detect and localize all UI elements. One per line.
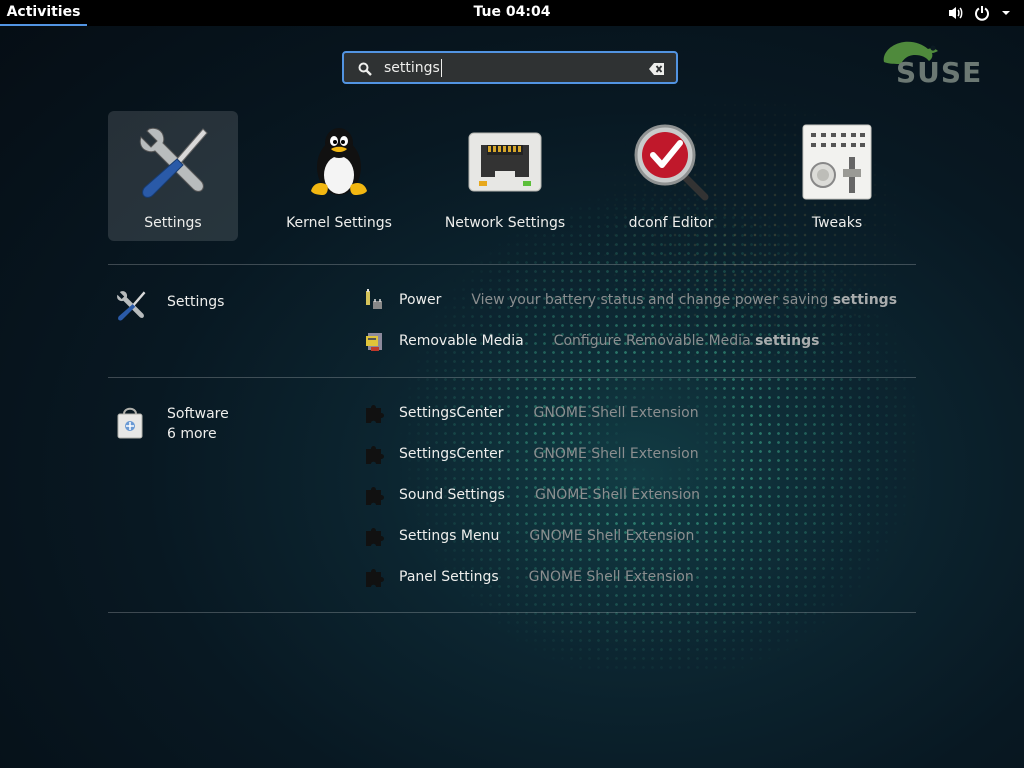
app-label: Tweaks [811, 215, 863, 231]
result-row[interactable]: Removable Media Configure Removable Medi… [362, 326, 819, 356]
app-label: Settings [144, 215, 202, 231]
provider-name: Software [167, 406, 229, 422]
app-network-settings[interactable]: Network Settings [440, 111, 570, 241]
result-title: SettingsCenter [399, 405, 504, 421]
removable-media-icon [362, 329, 386, 353]
dconf-editor-icon [631, 121, 711, 201]
result-title: Removable Media [399, 333, 524, 349]
puzzle-icon [362, 524, 386, 548]
search-input[interactable]: settings [384, 59, 442, 77]
system-tray[interactable] [948, 4, 1012, 22]
result-description: GNOME Shell Extension [533, 446, 699, 462]
app-dconf-editor[interactable]: dconf Editor [606, 111, 736, 241]
result-description: Configure Removable Media settings [553, 333, 820, 349]
result-row[interactable]: SettingsCenter GNOME Shell Extension [362, 398, 699, 428]
clock[interactable]: Tue 04:04 [452, 0, 572, 25]
puzzle-icon [362, 401, 386, 425]
result-description: View your battery status and change powe… [471, 292, 898, 308]
separator [108, 612, 916, 613]
tux-penguin-icon [299, 121, 379, 201]
network-port-icon [465, 121, 545, 201]
provider-name: Settings [167, 294, 225, 310]
chevron-down-icon[interactable] [1000, 7, 1012, 19]
provider-more-count[interactable]: 6 more [167, 426, 217, 442]
settings-tools-icon [133, 121, 213, 201]
result-description: GNOME Shell Extension [533, 405, 699, 421]
tweaks-icon [797, 121, 877, 201]
app-settings[interactable]: Settings [108, 111, 238, 241]
app-label: dconf Editor [628, 215, 714, 231]
result-row[interactable]: Panel Settings GNOME Shell Extension [362, 562, 694, 592]
power-icon [362, 288, 386, 312]
search-entry[interactable]: settings [342, 51, 678, 84]
app-label: Network Settings [444, 215, 566, 231]
volume-icon[interactable] [948, 5, 964, 21]
result-row[interactable]: Settings Menu GNOME Shell Extension [362, 521, 694, 551]
top-bar: Activities Tue 04:04 [0, 0, 1024, 26]
separator [108, 377, 916, 378]
result-description: GNOME Shell Extension [528, 569, 694, 585]
puzzle-icon [362, 442, 386, 466]
suse-logo: SUSE [876, 36, 986, 90]
result-row[interactable]: SettingsCenter GNOME Shell Extension [362, 439, 699, 469]
result-description: GNOME Shell Extension [529, 528, 695, 544]
result-title: Sound Settings [399, 487, 505, 503]
result-row[interactable]: Sound Settings GNOME Shell Extension [362, 480, 700, 510]
separator [108, 264, 916, 265]
result-title: SettingsCenter [399, 446, 504, 462]
search-icon [358, 61, 372, 80]
result-title: Power [399, 292, 442, 308]
puzzle-icon [362, 483, 386, 507]
settings-tools-icon [114, 288, 148, 326]
puzzle-icon [362, 565, 386, 589]
activities-button[interactable]: Activities [0, 0, 87, 26]
power-icon[interactable] [974, 5, 990, 21]
software-bag-icon [114, 406, 146, 444]
app-label: Kernel Settings [286, 215, 392, 231]
clear-search-icon[interactable] [649, 61, 665, 80]
result-description: GNOME Shell Extension [534, 487, 701, 503]
app-kernel-settings[interactable]: Kernel Settings [274, 111, 404, 241]
result-title: Settings Menu [399, 528, 500, 544]
result-title: Panel Settings [399, 569, 499, 585]
app-tweaks[interactable]: Tweaks [772, 111, 902, 241]
result-row[interactable]: Power View your battery status and chang… [362, 285, 897, 315]
